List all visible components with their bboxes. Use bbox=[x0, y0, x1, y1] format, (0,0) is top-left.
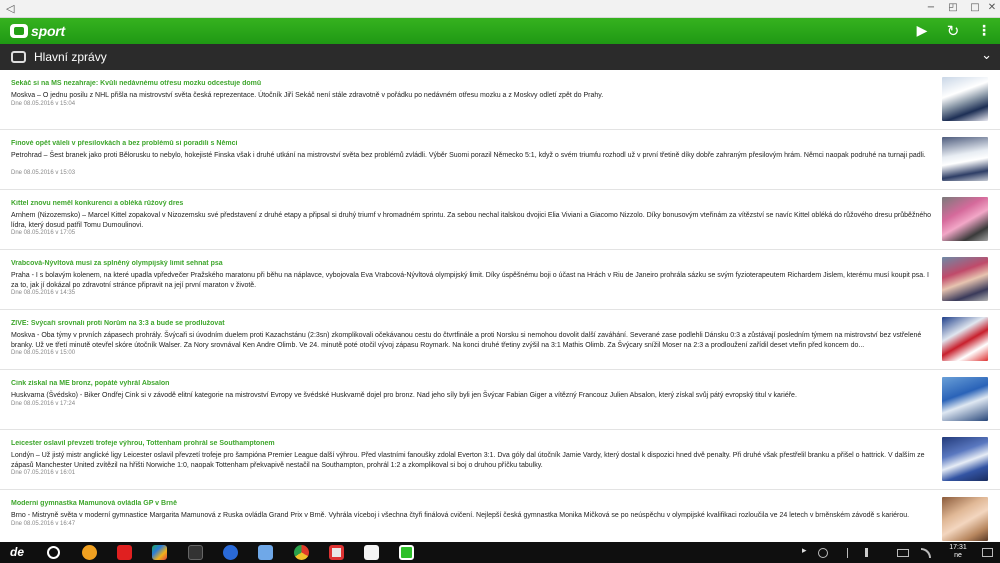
back-icon[interactable]: ◁ bbox=[6, 2, 14, 15]
article-date: Dne 08.05.2016 v 15:00 bbox=[11, 350, 76, 356]
article-title[interactable]: Cink získal na ME bronz, popáté vyhrál A… bbox=[11, 380, 931, 387]
wifi-icon[interactable] bbox=[921, 548, 931, 558]
article-list: Sekáč si na MS nezahraje: Kvůli nedávném… bbox=[0, 70, 1000, 542]
play-icon[interactable]: ▶ bbox=[912, 21, 932, 41]
media-player-icon[interactable] bbox=[223, 545, 238, 560]
list-item[interactable]: Leicester oslavil převzetí trofeje výhro… bbox=[0, 430, 1000, 490]
overflow-menu-icon[interactable]: ⋮ bbox=[974, 21, 994, 41]
article-body: Brno - Mistryně světa v moderní gymnasti… bbox=[11, 512, 910, 519]
article-body: Moskva - Oba týmy v prvních zápasech pro… bbox=[11, 332, 922, 349]
volume-icon[interactable] bbox=[865, 548, 879, 557]
article-date: Dne 08.05.2016 v 17:05 bbox=[11, 230, 76, 236]
article-body: Arnhem (Nizozemsko) – Marcel Kittel zopa… bbox=[11, 212, 932, 229]
list-item[interactable]: ŽIVĚ: Švýcaři srovnali proti Norům na 3:… bbox=[0, 310, 1000, 370]
launcher-de-icon[interactable]: de bbox=[10, 545, 24, 559]
clock[interactable]: 17:31 ne bbox=[946, 544, 970, 560]
clock-time: 17:31 bbox=[949, 544, 967, 551]
article-date: Dne 08.05.2016 v 15:04 bbox=[11, 101, 76, 107]
article-body: Praha - I s bolavým kolenem, na které up… bbox=[11, 272, 929, 289]
article-title[interactable]: Moderní gymnastka Mamunová ovládla GP v … bbox=[11, 500, 931, 507]
article-title[interactable]: Sekáč si na MS nezahraje: Kvůli nedávném… bbox=[11, 80, 931, 87]
speed-icon[interactable] bbox=[818, 548, 828, 558]
maximize-icon[interactable]: □ bbox=[968, 1, 982, 15]
section-title: Hlavní zprávy bbox=[34, 50, 107, 64]
taskbar: de ▸ 17:31 ne bbox=[0, 542, 1000, 563]
restore-icon[interactable]: ◰ bbox=[946, 1, 960, 15]
shopping-app-icon[interactable] bbox=[364, 545, 379, 560]
camera-app-icon[interactable] bbox=[329, 545, 344, 560]
article-title[interactable]: ŽIVĚ: Švýcaři srovnali proti Norům na 3:… bbox=[11, 320, 931, 327]
remote-app-icon[interactable] bbox=[188, 545, 203, 560]
close-icon[interactable]: ✕ bbox=[985, 1, 999, 15]
files-icon[interactable] bbox=[258, 545, 273, 560]
article-thumbnail[interactable] bbox=[942, 137, 988, 181]
window-title-bar: ◁ − ◰ □ ✕ bbox=[0, 0, 1000, 18]
tray-arrow-icon[interactable]: ▸ bbox=[802, 546, 807, 556]
article-date: Dne 07.05.2016 v 16:01 bbox=[11, 470, 76, 476]
article-date: Dne 08.05.2016 v 16:47 bbox=[11, 521, 76, 527]
refresh-icon[interactable]: ↻ bbox=[943, 21, 963, 41]
list-item[interactable]: Sekáč si na MS nezahraje: Kvůli nedávném… bbox=[0, 70, 1000, 130]
chrome-icon[interactable] bbox=[294, 545, 309, 560]
article-title[interactable]: Finové opět váleli v přesilovkách a bez … bbox=[11, 140, 931, 147]
article-body: Petrohrad – Šest branek jako proti Bělor… bbox=[11, 152, 926, 159]
article-body: Londýn – Už jistý mistr anglické ligy Le… bbox=[11, 452, 925, 469]
ct-logo-icon bbox=[10, 24, 28, 38]
ct-sport-logo: sport bbox=[10, 23, 65, 39]
article-thumbnail[interactable] bbox=[942, 257, 988, 301]
article-body: Huskvarna (Švédsko) - Biker Ondřej Cink … bbox=[11, 392, 797, 399]
chevron-down-icon[interactable]: ⌄ bbox=[981, 48, 992, 63]
bluetooth-icon[interactable] bbox=[842, 548, 848, 558]
article-date: Dne 08.05.2016 v 17:24 bbox=[11, 401, 76, 407]
article-thumbnail[interactable] bbox=[942, 377, 988, 421]
ct-section-icon bbox=[11, 51, 26, 63]
article-thumbnail[interactable] bbox=[942, 317, 988, 361]
article-body: Moskva – O jednu posilu z NHL přišla na … bbox=[11, 92, 604, 99]
app-orange-icon[interactable] bbox=[82, 545, 97, 560]
minimize-icon[interactable]: − bbox=[924, 1, 938, 15]
article-date: Dne 08.05.2016 v 15:03 bbox=[11, 170, 76, 176]
article-date: Dne 08.05.2016 v 14:35 bbox=[11, 290, 76, 296]
article-thumbnail[interactable] bbox=[942, 437, 988, 481]
logo-text: sport bbox=[31, 23, 66, 39]
article-title[interactable]: Leicester oslavil převzetí trofeje výhro… bbox=[11, 440, 931, 447]
app-window: ◁ − ◰ □ ✕ sport ▶ ↻ ⋮ Hlavní zprávy ⌄ Se… bbox=[0, 0, 1000, 563]
article-title[interactable]: Kittel znovu neměl konkurenci a obléká r… bbox=[11, 200, 931, 207]
app-header: sport ▶ ↻ ⋮ bbox=[0, 18, 1000, 44]
article-title[interactable]: Vrabcová-Nývltová musí za splněný olympi… bbox=[11, 260, 931, 267]
list-item[interactable]: Kittel znovu neměl konkurenci a obléká r… bbox=[0, 190, 1000, 250]
article-thumbnail[interactable] bbox=[942, 197, 988, 241]
home-icon[interactable] bbox=[47, 546, 60, 559]
article-thumbnail[interactable] bbox=[942, 497, 988, 541]
list-item[interactable]: Moderní gymnastka Mamunová ovládla GP v … bbox=[0, 490, 1000, 542]
section-bar[interactable]: Hlavní zprávy ⌄ bbox=[0, 44, 1000, 70]
ct-sport-app-icon[interactable] bbox=[399, 545, 414, 560]
play-store-icon[interactable] bbox=[152, 545, 167, 560]
list-item[interactable]: Finové opět váleli v přesilovkách a bez … bbox=[0, 130, 1000, 190]
notifications-icon[interactable] bbox=[982, 548, 993, 557]
list-item[interactable]: Cink získal na ME bronz, popáté vyhrál A… bbox=[0, 370, 1000, 430]
list-item[interactable]: Vrabcová-Nývltová musí za splněný olympi… bbox=[0, 250, 1000, 310]
clock-day: ne bbox=[954, 552, 962, 559]
youtube-icon[interactable] bbox=[117, 545, 132, 560]
article-thumbnail[interactable] bbox=[942, 77, 988, 121]
keyboard-icon[interactable] bbox=[897, 549, 909, 557]
